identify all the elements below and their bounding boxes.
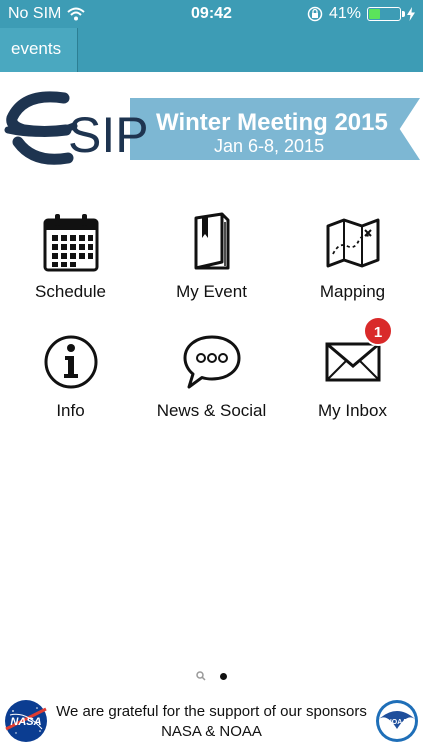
info-icon [44,335,97,389]
mapping-button[interactable]: Mapping [282,212,423,302]
sponsor-message: We are grateful for the support of our s… [50,702,373,742]
esip-logo: SIP [4,91,149,165]
page-dot-active[interactable] [220,672,227,680]
info-label: Info [56,401,85,420]
nasa-logo-text: NASA [10,716,41,728]
search-page-icon[interactable] [196,671,206,681]
status-right: 41% [307,5,415,23]
news-social-label: News & Social [156,401,267,420]
mapping-label: Mapping [319,282,386,301]
sponsor-footer: NASA We are grateful for the support of … [0,695,423,750]
banner-title: Winter Meeting 2015 [156,109,388,136]
navigation-bar: events [0,28,423,72]
app-screen: No SIM 09:42 41% events SIP Winter Meeti… [0,0,423,750]
my-event-label: My Event [176,282,247,301]
info-button[interactable]: Info [0,333,141,421]
speech-bubble-icon [183,335,240,389]
battery-percent: 41% [328,5,361,22]
battery-fill [369,9,380,19]
meeting-banner: SIP Winter Meeting 2015 Jan 6-8, 2015 [0,90,423,170]
my-inbox-label: My Inbox [318,401,387,420]
unread-badge: 1 [363,316,393,346]
banner-date: Jan 6-8, 2015 [214,136,325,156]
events-tab-button[interactable]: events [0,28,78,72]
battery-icon [367,7,405,21]
map-icon [326,218,379,268]
page-indicator [0,671,423,681]
my-inbox-button[interactable]: 1 My Inbox [282,316,423,421]
schedule-label: Schedule [35,282,106,301]
book-icon [194,212,229,270]
charging-bolt-icon [407,7,415,21]
noaa-logo-text: NOAA [387,719,408,726]
logo-text: SIP [68,107,149,163]
status-bar: No SIM 09:42 41% [0,0,423,28]
orientation-lock-icon [307,6,323,22]
noaa-logo: NOAA [376,700,418,742]
sponsor-line-1: We are grateful for the support of our s… [56,703,367,720]
schedule-button[interactable]: Schedule [0,212,141,302]
news-social-button[interactable]: News & Social [141,333,282,421]
battery-nub [402,11,405,17]
calendar-icon [43,214,98,272]
my-event-button[interactable]: My Event [141,212,282,302]
sponsor-line-2: NASA & NOAA [161,723,262,740]
nasa-logo: NASA [5,700,47,742]
